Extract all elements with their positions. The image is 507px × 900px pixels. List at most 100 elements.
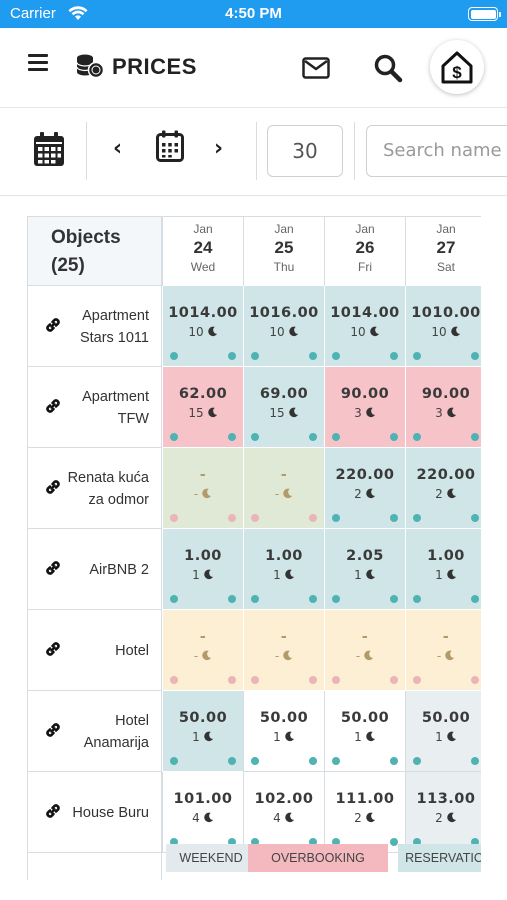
moon-icon: [279, 487, 293, 501]
object-row-header[interactable]: Hotel: [27, 610, 162, 691]
price-cell[interactable]: --: [162, 610, 243, 691]
price-cell[interactable]: 50.00 1: [243, 691, 324, 772]
nights-count: 1: [163, 727, 243, 747]
link-icon[interactable]: [44, 802, 62, 824]
checkout-dot: [228, 352, 236, 360]
object-row-header[interactable]: Hotel Anamarija: [27, 691, 162, 772]
price-cell[interactable]: 101.00 4: [162, 772, 243, 853]
price-cell[interactable]: --: [243, 610, 324, 691]
price-cell[interactable]: 102.00 4: [243, 772, 324, 853]
price-cell[interactable]: --: [243, 448, 324, 529]
nights-count: -: [406, 646, 481, 666]
price-value: 1.00: [265, 548, 303, 564]
link-icon[interactable]: [44, 721, 62, 743]
nights-count: 1: [325, 565, 405, 585]
price-cell[interactable]: --: [324, 610, 405, 691]
next-arrow-icon[interactable]: ›: [214, 136, 223, 161]
moon-icon: [198, 487, 212, 501]
objects-column-header: Objects (25): [27, 216, 162, 286]
price-cell[interactable]: 1014.00 10: [324, 286, 405, 367]
price-cell[interactable]: --: [405, 610, 481, 691]
price-cell[interactable]: 111.00 2: [324, 772, 405, 853]
search-icon[interactable]: [373, 53, 403, 87]
checkout-dot: [471, 352, 479, 360]
moon-icon: [360, 649, 374, 663]
calendar-view-icon[interactable]: [33, 131, 65, 171]
price-cell[interactable]: 1.00 1: [162, 529, 243, 610]
price-cell[interactable]: 220.00 2: [405, 448, 481, 529]
moon-icon: [441, 649, 455, 663]
price-cell[interactable]: 1016.00 10: [243, 286, 324, 367]
date-picker-icon[interactable]: [156, 130, 184, 166]
hamburger-menu-icon[interactable]: [28, 54, 48, 72]
moon-icon: [443, 730, 457, 744]
checkout-dot: [228, 595, 236, 603]
checkout-dot: [390, 433, 398, 441]
price-cell[interactable]: 1.00 1: [405, 529, 481, 610]
price-cell[interactable]: 220.00 2: [324, 448, 405, 529]
checkout-dot: [471, 595, 479, 603]
object-row-header[interactable]: Renata kuća za odmor: [27, 448, 162, 529]
min-nights-value: 4: [192, 811, 200, 825]
moon-icon: [443, 487, 457, 501]
search-name-input[interactable]: Search name: [366, 125, 507, 177]
object-row-header[interactable]: Apartment TFW: [27, 367, 162, 448]
link-icon[interactable]: [44, 640, 62, 662]
object-name: Apartment TFW: [82, 388, 149, 427]
price-cell[interactable]: 1014.00 10: [162, 286, 243, 367]
moon-icon: [362, 811, 376, 825]
min-nights-value: 4: [273, 811, 281, 825]
moon-icon: [285, 325, 299, 339]
days-count-input[interactable]: 30: [267, 125, 343, 177]
moon-icon: [285, 406, 299, 420]
price-value: -: [361, 629, 369, 645]
price-cell[interactable]: 1.00 1: [243, 529, 324, 610]
objects-header-count: (25): [51, 255, 85, 276]
checkout-dot: [390, 676, 398, 684]
checkin-dot: [170, 514, 178, 522]
checkout-dot: [309, 676, 317, 684]
price-cell[interactable]: 62.00 15: [162, 367, 243, 448]
checkout-dot: [390, 838, 398, 846]
date-month: Jan: [193, 222, 213, 236]
price-cell[interactable]: 90.00 3: [324, 367, 405, 448]
min-nights-value: 10: [269, 325, 285, 339]
price-cell[interactable]: 50.00 1: [162, 691, 243, 772]
object-row-header[interactable]: Apartment Stars 1011: [27, 286, 162, 367]
min-nights-value: 10: [188, 325, 204, 339]
company-logo-button[interactable]: $: [430, 40, 484, 94]
price-cell[interactable]: 2.05 1: [324, 529, 405, 610]
link-icon[interactable]: [44, 397, 62, 419]
checkin-dot: [170, 433, 178, 441]
price-cell[interactable]: 50.00 1: [405, 691, 481, 772]
object-row-header[interactable]: AirBNB 2: [27, 529, 162, 610]
price-cell[interactable]: 1010.00 10: [405, 286, 481, 367]
checkin-dot: [251, 352, 259, 360]
price-value: 220.00: [335, 467, 395, 483]
previous-arrow-icon[interactable]: ‹: [113, 136, 122, 161]
page-title: PRICES: [112, 54, 197, 79]
link-icon[interactable]: [44, 316, 62, 338]
checkout-dot: [471, 433, 479, 441]
object-row-header[interactable]: House Buru: [27, 772, 162, 853]
price-cell[interactable]: 90.00 3: [405, 367, 481, 448]
checkin-dot: [413, 352, 421, 360]
price-cell[interactable]: 69.00 15: [243, 367, 324, 448]
price-cell[interactable]: --: [162, 448, 243, 529]
object-name: Renata kuća za odmor: [67, 469, 149, 508]
min-nights-value: 2: [435, 487, 443, 501]
link-icon[interactable]: [44, 478, 62, 500]
checkin-dot: [332, 352, 340, 360]
mail-icon[interactable]: [302, 57, 330, 83]
moon-icon: [198, 649, 212, 663]
price-value: 1.00: [184, 548, 222, 564]
link-icon[interactable]: [44, 559, 62, 581]
date-column-header: Jan 27 Sat: [405, 216, 481, 286]
status-bar: Carrier 4:50 PM: [0, 0, 507, 28]
date-day: 27: [436, 238, 456, 257]
nights-count: -: [163, 484, 243, 504]
nights-count: 15: [163, 403, 243, 423]
price-cell[interactable]: 50.00 1: [324, 691, 405, 772]
price-cell[interactable]: 113.00 2: [405, 772, 481, 853]
moon-icon: [362, 568, 376, 582]
